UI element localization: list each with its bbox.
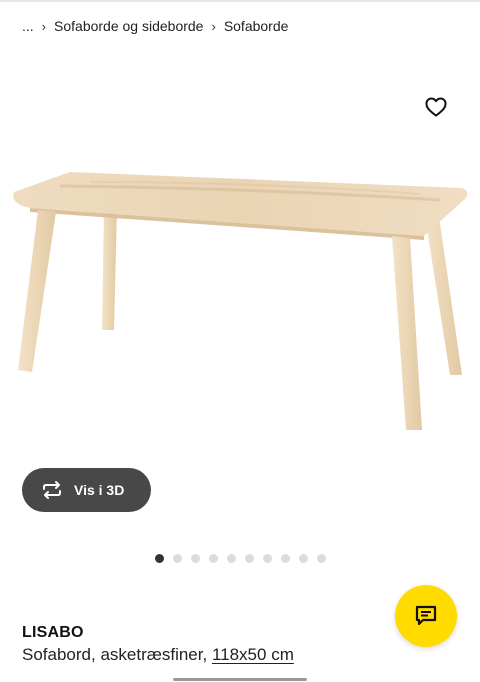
gallery-dot[interactable] xyxy=(226,554,236,563)
chevron-right-icon: › xyxy=(211,18,216,34)
gallery-dot[interactable] xyxy=(172,554,182,563)
gallery-dot[interactable] xyxy=(262,554,272,563)
product-description-text: Sofabord, asketræsfiner, xyxy=(22,645,208,664)
top-divider xyxy=(0,0,480,2)
view-3d-label: Vis i 3D xyxy=(74,482,125,498)
product-dimensions-link[interactable]: 118x50 cm xyxy=(212,645,294,664)
gallery-dot[interactable] xyxy=(154,554,164,563)
gallery-dot[interactable] xyxy=(190,554,200,563)
product-image[interactable] xyxy=(0,160,480,450)
favorite-button[interactable] xyxy=(422,94,450,120)
home-indicator xyxy=(173,678,307,681)
heart-outline-icon xyxy=(425,97,447,117)
gallery-dot[interactable] xyxy=(208,554,218,563)
gallery-pagination xyxy=(0,554,480,564)
breadcrumb-sofaborde-og-sideborde[interactable]: Sofaborde og sideborde xyxy=(54,18,203,34)
chat-bubble-icon xyxy=(415,605,437,626)
product-name: LISABO xyxy=(22,624,84,641)
gallery-dot[interactable] xyxy=(298,554,308,563)
view-3d-button[interactable]: Vis i 3D xyxy=(22,468,151,512)
gallery-dot[interactable] xyxy=(280,554,290,563)
breadcrumb-sofaborde[interactable]: Sofaborde xyxy=(224,18,289,34)
gallery-dot[interactable] xyxy=(316,554,326,563)
gallery-dot[interactable] xyxy=(244,554,254,563)
breadcrumb: ... › Sofaborde og sideborde › Sofaborde xyxy=(22,16,288,36)
chat-button[interactable] xyxy=(395,585,457,647)
breadcrumb-ellipsis[interactable]: ... xyxy=(22,18,34,34)
chevron-right-icon: › xyxy=(41,18,47,34)
product-description: Sofabord, asketræsfiner, 118x50 cm xyxy=(22,645,294,665)
rotate-3d-icon xyxy=(40,478,64,502)
